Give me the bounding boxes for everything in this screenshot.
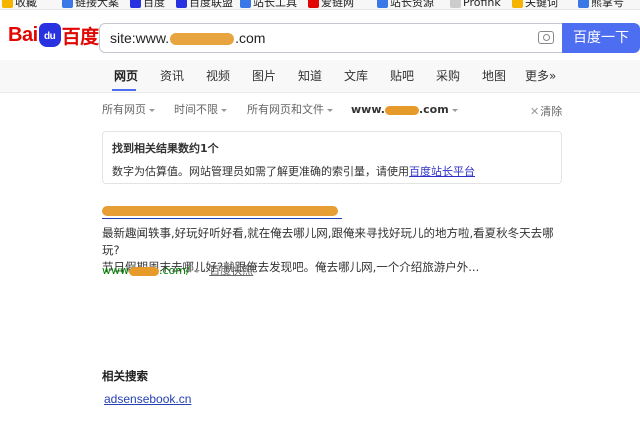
bookmark-6[interactable]: 站长资源 [377, 0, 434, 9]
search-input[interactable]: site:www. .com [110, 24, 265, 52]
close-icon: ✕ [530, 105, 540, 118]
page-icon [450, 0, 461, 8]
result-count: 找到相关结果数约1个 [112, 142, 219, 155]
webmaster-platform-link[interactable]: 百度站长平台 [409, 165, 475, 178]
related-search-link[interactable]: adsensebook.cn [104, 392, 191, 406]
chevron-down-icon [221, 108, 227, 112]
redaction-mark [384, 105, 419, 115]
filter-time[interactable]: 时间不限 [174, 103, 227, 117]
tab-wenku[interactable]: 文库 [344, 68, 368, 84]
bookmarks-bar: 收藏 链接大案 百度 百度联盟 站长工具 爱链网 站长资源 Profink 关键… [0, 0, 640, 10]
search-button[interactable]: 百度一下 [562, 23, 640, 53]
tab-video[interactable]: 视频 [206, 68, 230, 84]
chevron-down-icon[interactable] [193, 269, 200, 273]
snapshot-link[interactable]: 百度快照 [209, 264, 253, 277]
filter-filetype[interactable]: 所有网页和文件 [247, 103, 333, 117]
tab-map[interactable]: 地图 [482, 68, 506, 84]
filter-pages[interactable]: 所有网页 [102, 103, 155, 117]
search-tabs: 网页 资讯 视频 图片 知道 文库 贴吧 采购 地图 更多» [0, 60, 640, 93]
baidu-icon [176, 0, 187, 8]
bookmark-5[interactable]: 爱链网 [308, 0, 354, 9]
redaction-mark [129, 266, 159, 276]
paw-icon: du [38, 23, 61, 47]
tab-images[interactable]: 图片 [252, 68, 276, 84]
title-underline [102, 218, 342, 219]
bookmark-7[interactable]: Profink [450, 0, 501, 9]
search-box[interactable]: site:www. .com [99, 23, 562, 53]
star-icon [2, 0, 13, 8]
tab-zhidao[interactable]: 知道 [298, 68, 322, 84]
bookmark-9[interactable]: 熊掌号 [578, 0, 624, 9]
result-title-link[interactable] [102, 202, 342, 220]
tab-more[interactable]: 更多» [525, 68, 556, 84]
baidu-icon [130, 0, 141, 8]
chevron-down-icon [327, 108, 333, 112]
bookmark-4[interactable]: 站长工具 [240, 0, 297, 9]
bookmark-icon [240, 0, 251, 8]
redaction-mark [170, 33, 235, 46]
result-stats-box: 找到相关结果数约1个 数字为估算值。网站管理员如需了解更准确的索引量，请使用百度… [102, 131, 562, 184]
bookmark-3[interactable]: 百度联盟 [176, 0, 233, 9]
chevron-down-icon [451, 108, 458, 112]
bookmark-icon [578, 0, 589, 8]
bookmark-icon [512, 0, 523, 8]
bookmark-8[interactable]: 关键词 [512, 0, 558, 9]
result-url[interactable]: www .com/- 百度快照 [102, 262, 253, 278]
redaction-mark [102, 206, 338, 216]
bookmark-icon [308, 0, 319, 8]
tab-caigou[interactable]: 采购 [436, 68, 460, 84]
bookmark-shoucang[interactable]: 收藏 [2, 0, 37, 9]
bookmark-icon [62, 0, 73, 8]
bookmark-2[interactable]: 百度 [130, 0, 165, 9]
related-searches-heading: 相关搜索 [102, 369, 148, 383]
tab-news[interactable]: 资讯 [160, 68, 184, 84]
bookmark-1[interactable]: 链接大案 [62, 0, 119, 9]
tab-tieba[interactable]: 贴吧 [390, 68, 414, 84]
baidu-logo[interactable]: Bai du 百度 [8, 20, 99, 50]
camera-icon[interactable] [538, 31, 554, 44]
bookmark-icon [377, 0, 388, 8]
chevron-down-icon [149, 108, 155, 112]
tab-webpage[interactable]: 网页 [114, 68, 138, 84]
stats-description: 数字为估算值。网站管理员如需了解更准确的索引量，请使用百度站长平台 [112, 165, 475, 178]
clear-filters-button[interactable]: ✕清除 [530, 103, 562, 119]
active-tab-indicator [112, 89, 136, 91]
filter-site[interactable]: www. .com [351, 103, 458, 117]
